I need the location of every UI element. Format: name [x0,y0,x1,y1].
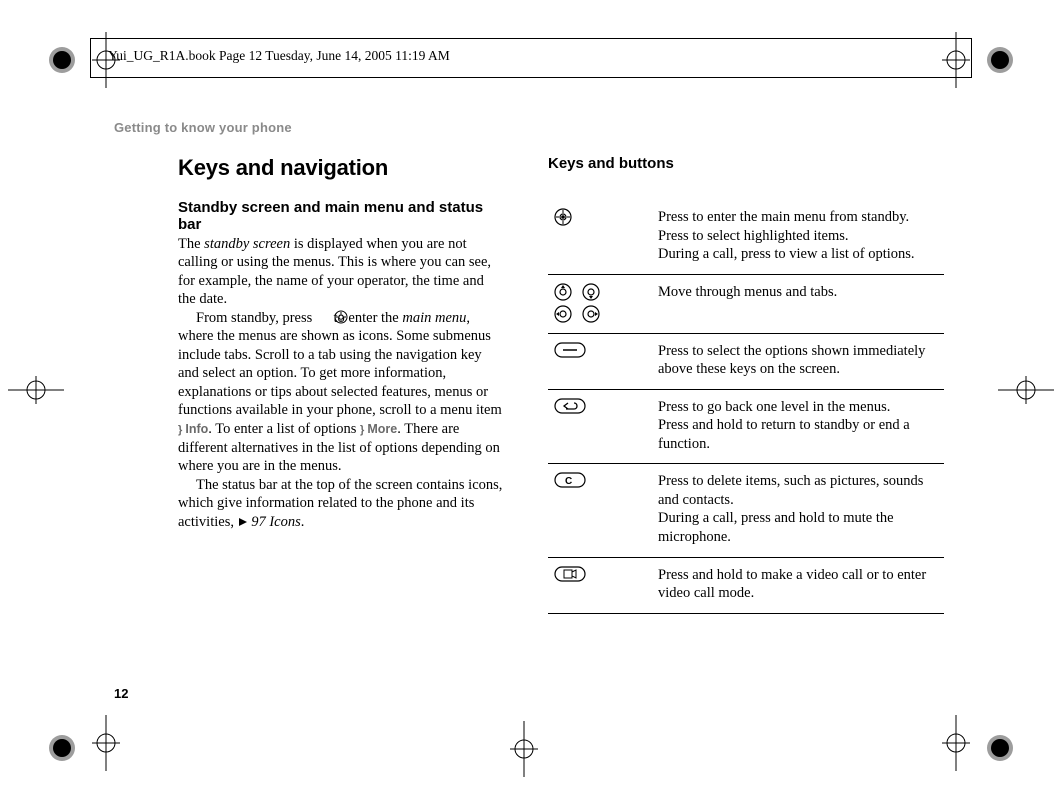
nav-left-icon [554,305,572,323]
crosshair-icon [8,376,64,409]
video-key-icon [554,566,586,582]
text: From standby, press [196,310,316,326]
softkey-icon [554,342,586,358]
nav-up-icon [554,283,572,301]
key-description: Press to go back one level in the menus.… [658,389,944,464]
body-text: The standby screen is displayed when you… [178,235,504,532]
table-row: Press to go back one level in the menus.… [548,389,944,464]
crosshair-icon [92,715,120,776]
text: . To enter a list of options [208,421,360,437]
table-row: Press and hold to make a video call or t… [548,557,944,613]
crosshair-icon [998,376,1054,409]
keys-table: Press to enter the main menu from standb… [548,200,944,614]
crosshair-icon [942,715,970,776]
text: standby screen [204,236,290,252]
text: . [301,514,305,530]
table-row: Press to select the options shown immedi… [548,333,944,389]
text: main menu [402,310,466,326]
table-row: Press to enter the main menu from standb… [548,200,944,274]
svg-text:C: C [565,476,572,487]
xref-arrow-icon [239,518,247,526]
back-key-icon [554,398,586,414]
page-title: Keys and navigation [178,155,504,181]
menu-label: More [367,422,397,436]
printer-mark-icon [48,46,76,74]
key-description: Press to select the options shown immedi… [658,333,944,389]
key-description: Press and hold to make a video call or t… [658,557,944,613]
table-row: C Press to delete items, such as picture… [548,464,944,557]
nav-center-icon [554,208,572,226]
key-description: Press to delete items, such as pictures,… [658,464,944,557]
page-number: 12 [114,686,128,701]
xref: 97 Icons [251,514,301,530]
printer-mark-icon [48,734,76,762]
crosshair-icon [510,721,538,782]
section-label: Getting to know your phone [114,120,944,135]
printer-mark-icon [986,734,1014,762]
text: to enter the [330,310,402,326]
printer-mark-icon [986,46,1014,74]
subsection-title: Standby screen and main menu and status … [178,199,504,234]
menu-label: Info [185,422,208,436]
nav-down-icon [582,283,600,301]
running-head: Yui_UG_R1A.book Page 12 Tuesday, June 14… [108,48,450,64]
c-key-icon: C [554,472,586,488]
nav-center-icon [316,310,330,324]
table-row: Move through menus and tabs. [548,274,944,333]
text: The [178,236,204,252]
key-description: Press to enter the main menu from standb… [658,200,944,274]
key-description: Move through menus and tabs. [658,274,944,333]
text: The status bar at the top of the screen … [178,477,502,530]
keys-title: Keys and buttons [548,155,944,172]
nav-right-icon [582,305,600,323]
